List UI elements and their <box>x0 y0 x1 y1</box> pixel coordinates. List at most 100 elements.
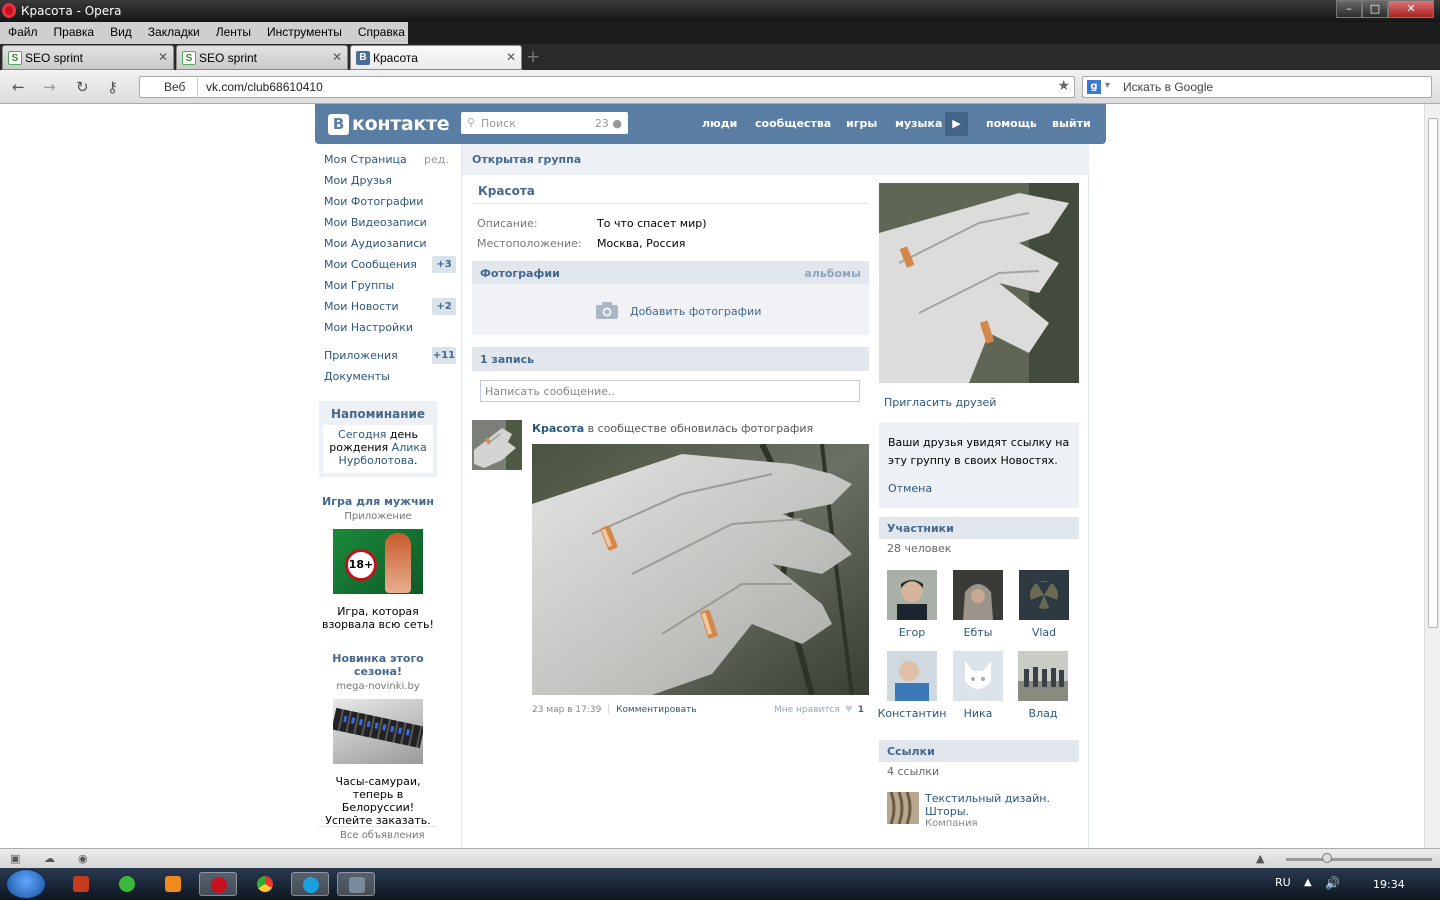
menu-tools[interactable]: Инструменты <box>259 22 350 44</box>
post-author-avatar[interactable] <box>472 420 522 470</box>
new-tab-icon[interactable]: + <box>526 47 540 67</box>
sidebar-item-groups[interactable]: Мои Группы <box>324 279 394 292</box>
member-konstantin[interactable]: Константин <box>877 651 947 720</box>
google-search-field[interactable]: g ▾ Искать в Google <box>1082 76 1432 98</box>
sidebar-item-news[interactable]: Мои Новости <box>324 300 399 313</box>
sidebar-item-settings[interactable]: Мои Настройки <box>324 321 413 334</box>
link-title[interactable]: Текстильный дизайн. Шторы. <box>925 792 1065 818</box>
menu-edit[interactable]: Правка <box>46 22 103 44</box>
member-vlad[interactable]: Vlad <box>1009 570 1079 639</box>
invite-friends-link[interactable]: Пригласить друзей <box>884 396 996 409</box>
chevron-down-icon[interactable]: ▾ <box>1105 80 1110 91</box>
sidebar-item-friends[interactable]: Мои Друзья <box>324 174 392 187</box>
address-bar[interactable]: Веб vk.com/club68610410 ★ <box>139 76 1075 98</box>
sidebar-item-photos[interactable]: Мои Фотографии <box>324 195 423 208</box>
ad-image[interactable]: 18+ <box>333 529 423 594</box>
tray-expand-icon[interactable]: ▲ <box>1304 877 1312 888</box>
zoom-slider-knob[interactable] <box>1322 853 1332 863</box>
maximize-button[interactable]: □ <box>1362 0 1388 18</box>
sidebar-item-documents[interactable]: Документы <box>324 370 390 383</box>
sidebar-item-audio[interactable]: Мои Аудиозаписи <box>324 237 427 250</box>
posts-count[interactable]: 1 запись <box>480 353 534 366</box>
sidebar-item-my-page[interactable]: Моя Страница <box>324 153 407 166</box>
menu-file[interactable]: Файл <box>0 22 46 44</box>
links-title[interactable]: Ссылки <box>887 745 935 758</box>
ad-title[interactable]: Игра для мужчин <box>319 495 437 508</box>
member-name[interactable]: Ебты <box>943 626 1013 639</box>
bookmark-star-icon[interactable]: ★ <box>1057 78 1070 94</box>
taskbar-app-1[interactable] <box>62 872 100 896</box>
close-tab-icon[interactable]: ✕ <box>158 50 168 64</box>
taskbar-opera[interactable] <box>199 872 237 896</box>
sidebar-item-messages[interactable]: Мои Сообщения <box>324 258 417 271</box>
member-name[interactable]: Константин <box>877 707 947 720</box>
news-badge[interactable]: +2 <box>432 298 456 315</box>
camera-icon[interactable] <box>595 301 619 320</box>
nav-communities[interactable]: сообщества <box>755 117 831 130</box>
reload-icon[interactable]: ↻ <box>76 78 89 96</box>
edit-link[interactable]: ред. <box>424 153 449 166</box>
nav-games[interactable]: игры <box>846 117 877 130</box>
post-author-link[interactable]: Красота <box>532 422 584 435</box>
page-arrow-icon[interactable]: ▲ <box>1256 852 1264 865</box>
language-indicator[interactable]: RU <box>1275 876 1291 889</box>
vk-search-input[interactable]: ⚲ Поиск 23 ● <box>461 112 628 134</box>
member-name[interactable]: Vlad <box>1009 626 1079 639</box>
start-button[interactable] <box>6 869 46 899</box>
albums-link[interactable]: альбомы <box>804 267 861 280</box>
ad-text[interactable]: Часы-самураи, теперь в Белоруссии! Успей… <box>319 775 437 827</box>
avatar[interactable] <box>887 651 937 701</box>
members-title[interactable]: Участники <box>887 522 954 535</box>
key-icon[interactable]: ⚷ <box>107 78 118 96</box>
member-nika[interactable]: Ника <box>943 651 1013 720</box>
vk-logo[interactable]: В контакте <box>328 113 450 135</box>
menu-feeds[interactable]: Ленты <box>208 22 259 44</box>
scrollbar-thumb[interactable] <box>1428 118 1438 628</box>
google-icon[interactable]: g <box>1087 80 1101 94</box>
opera-unite-icon[interactable]: ☁ <box>44 852 55 865</box>
online-friends-count[interactable]: 23 ● <box>595 117 622 130</box>
menu-bookmarks[interactable]: Закладки <box>140 22 208 44</box>
tab-krasota[interactable]: B Красота ✕ <box>350 45 522 70</box>
messages-badge[interactable]: +3 <box>432 256 456 273</box>
turbo-icon[interactable]: ◉ <box>78 852 88 865</box>
avatar[interactable] <box>887 570 937 620</box>
web-badge[interactable]: Веб <box>140 77 198 97</box>
member-name[interactable]: Влад <box>1008 707 1078 720</box>
member-ebty[interactable]: Ебты <box>943 570 1013 639</box>
all-ads-link[interactable]: Все объявления <box>340 830 425 841</box>
menu-view[interactable]: Вид <box>102 22 140 44</box>
close-tab-icon[interactable]: ✕ <box>506 50 516 64</box>
nav-music[interactable]: музыка <box>895 117 942 130</box>
post-photo[interactable] <box>532 444 869 695</box>
volume-icon[interactable]: 🔊 <box>1325 876 1340 890</box>
nav-logout[interactable]: выйти <box>1052 117 1091 130</box>
ad-block-1[interactable]: Игра для мужчин Приложение 18+ Игра, кот… <box>319 495 437 631</box>
member-name[interactable]: Ника <box>943 707 1013 720</box>
opera-logo-icon[interactable] <box>2 3 16 18</box>
ad-block-2[interactable]: Новинка этого сезона! mega-novinki.by Ча… <box>319 652 437 827</box>
post-date[interactable]: 23 мар в 17:39 <box>532 705 601 715</box>
member-vlad-2[interactable]: Влад <box>1008 651 1078 720</box>
member-name[interactable]: Егор <box>877 626 947 639</box>
taskbar-skype[interactable] <box>291 872 329 896</box>
minimize-button[interactable]: – <box>1336 0 1362 18</box>
group-avatar[interactable] <box>879 183 1079 383</box>
ad-image[interactable] <box>333 699 423 764</box>
like-button[interactable]: Мне нравится ♥ 1 <box>774 705 864 715</box>
reminder-today-link[interactable]: Сегодня <box>338 428 386 441</box>
nav-people[interactable]: люди <box>702 117 737 130</box>
taskbar-app-7[interactable] <box>337 872 375 896</box>
cancel-link[interactable]: Отмена <box>888 482 932 495</box>
link-thumbnail[interactable] <box>887 792 919 824</box>
message-input[interactable]: Написать сообщение.. <box>480 380 860 402</box>
nav-help[interactable]: помощь <box>986 117 1037 130</box>
clock[interactable]: 19:34 <box>1373 878 1405 891</box>
ad-text[interactable]: Игра, которая взорвала всю сеть! <box>319 605 437 631</box>
photos-title[interactable]: Фотографии <box>480 267 560 280</box>
sidebar-item-apps[interactable]: Приложения <box>324 349 398 362</box>
members-count[interactable]: 28 человек <box>887 542 951 555</box>
play-icon[interactable]: ▶ <box>945 112 968 136</box>
zoom-slider[interactable] <box>1286 858 1432 861</box>
comment-link[interactable]: Комментировать <box>616 705 697 715</box>
